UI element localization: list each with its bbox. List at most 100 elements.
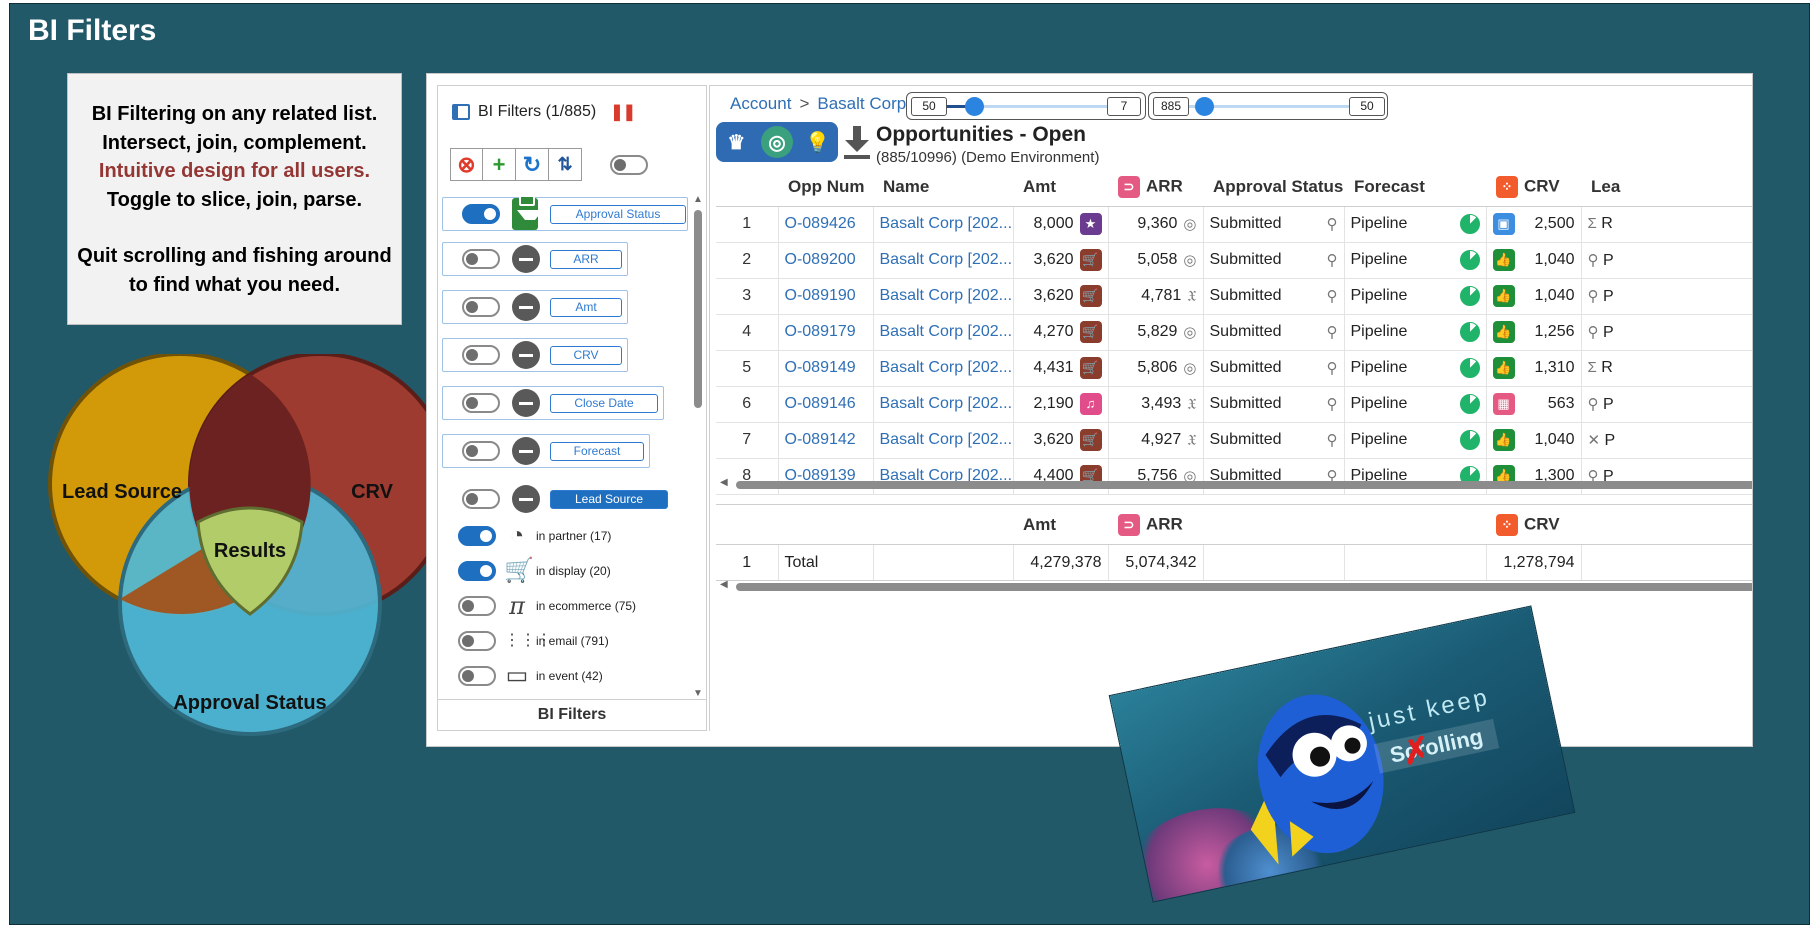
column-header-arr[interactable]: ⊃ ARR bbox=[1108, 168, 1203, 207]
column-header-lead-source[interactable]: Lea bbox=[1581, 168, 1752, 207]
scroll-left-icon[interactable]: ◀ bbox=[720, 579, 728, 590]
master-filter-toggle[interactable] bbox=[610, 155, 648, 175]
crv-value: 2,500 bbox=[1534, 215, 1575, 232]
filter-chip[interactable]: Forecast bbox=[550, 442, 644, 461]
slider-min-value[interactable]: 885 bbox=[1153, 97, 1189, 116]
opp-num-link[interactable]: O-089142 bbox=[778, 422, 874, 459]
download-icon[interactable] bbox=[842, 124, 872, 160]
opp-num-link[interactable]: O-089179 bbox=[778, 314, 874, 351]
opp-name-link[interactable]: Basalt Corp [202... bbox=[873, 314, 1014, 351]
scroll-down-icon[interactable]: ▼ bbox=[693, 688, 703, 699]
filter-toggle[interactable] bbox=[462, 441, 500, 461]
value-toggle[interactable] bbox=[458, 596, 496, 616]
opp-num-link[interactable]: O-089426 bbox=[778, 206, 874, 243]
crv-category-icon: ▣ bbox=[1492, 213, 1515, 235]
column-header-opp-num[interactable]: Opp Num bbox=[778, 168, 873, 207]
lead-source-value: P bbox=[1602, 395, 1614, 413]
filter-toggle[interactable] bbox=[462, 204, 500, 224]
opp-num-link[interactable]: O-089190 bbox=[778, 278, 874, 315]
target-icon[interactable]: ◎ bbox=[760, 126, 793, 158]
arr-value: 5,806 bbox=[1137, 359, 1178, 376]
value-toggle[interactable] bbox=[458, 631, 496, 651]
scroll-up-icon[interactable]: ▲ bbox=[693, 194, 703, 205]
opp-num-link[interactable]: O-089200 bbox=[778, 242, 874, 279]
filter-scrollbar[interactable]: ▲ ▼ bbox=[692, 194, 704, 699]
filter-toggle[interactable] bbox=[462, 297, 500, 317]
status-marker-icon: ⚲ bbox=[1326, 288, 1338, 305]
opportunities-table: Opp Num Name Amt ⊃ ARR Approval Status Fo… bbox=[716, 168, 1752, 495]
scroll-left-icon[interactable]: ◀ bbox=[720, 477, 728, 488]
filter-chip[interactable]: Amt bbox=[550, 298, 622, 317]
filter-chip-active[interactable]: Lead Source bbox=[550, 490, 668, 509]
table-row[interactable]: 7 O-089142 Basalt Corp [202... 3,620 🛒 4,927 𝔛… bbox=[716, 422, 1752, 459]
lightbulb-icon[interactable]: 💡 bbox=[802, 126, 834, 158]
minus-icon[interactable] bbox=[512, 245, 540, 273]
scroll-thumb[interactable] bbox=[736, 481, 1752, 489]
filter-chip[interactable]: Approval Status bbox=[550, 205, 686, 224]
slider-min-value[interactable]: 50 bbox=[911, 97, 947, 116]
view-switcher: ♛ ◎ 💡 bbox=[716, 122, 838, 162]
crown-icon[interactable]: ♛ bbox=[720, 126, 752, 158]
minus-icon[interactable] bbox=[512, 437, 540, 465]
table-horizontal-scrollbar[interactable]: ◀ bbox=[718, 477, 1752, 490]
table-row[interactable]: 5 O-089149 Basalt Corp [202... 4,431 🛒 5,806 ◎… bbox=[716, 350, 1752, 387]
filter-toggle[interactable] bbox=[462, 345, 500, 365]
table-row[interactable]: 3 O-089190 Basalt Corp [202... 3,620 🛒 4,781 𝔛… bbox=[716, 278, 1752, 315]
approval-status-value: Submitted bbox=[1209, 395, 1282, 412]
minus-icon[interactable] bbox=[512, 293, 540, 321]
column-header-name[interactable]: Name bbox=[873, 168, 1013, 207]
filter-panel-footer: BI Filters bbox=[438, 699, 706, 731]
venn-label-left: Lead Source bbox=[62, 481, 182, 503]
column-header-amt[interactable]: Amt bbox=[1013, 168, 1108, 207]
opp-num-link[interactable]: O-089146 bbox=[778, 386, 874, 423]
value-toggle[interactable] bbox=[458, 561, 496, 581]
filter-toggle[interactable] bbox=[462, 489, 500, 509]
scroll-thumb[interactable] bbox=[694, 210, 702, 408]
table-row[interactable]: 6 O-089146 Basalt Corp [202... 2,190 ♫ 3,493 𝔛… bbox=[716, 386, 1752, 423]
sort-button[interactable]: ⇅ bbox=[549, 148, 582, 181]
add-filter-button[interactable]: + bbox=[483, 148, 516, 181]
approval-status-value: Submitted bbox=[1209, 431, 1282, 448]
column-header-label: ARR bbox=[1146, 176, 1183, 196]
table-row[interactable]: 1 O-089426 Basalt Corp [202... 8,000 ★ 9,360 ◎… bbox=[716, 206, 1752, 243]
opp-name-link[interactable]: Basalt Corp [202... bbox=[873, 242, 1014, 279]
column-header-crv[interactable]: ⁘ CRV bbox=[1486, 168, 1581, 207]
column-header-forecast[interactable]: Forecast bbox=[1344, 168, 1486, 207]
minus-icon[interactable] bbox=[512, 341, 540, 369]
pause-icon[interactable]: ❚❚ bbox=[610, 102, 636, 122]
lead-source-value: R bbox=[1601, 215, 1613, 232]
callout-accent-line: Intuitive design for all users. bbox=[98, 160, 371, 182]
filter-toggle[interactable] bbox=[462, 393, 500, 413]
opp-num-link[interactable]: O-089149 bbox=[778, 350, 874, 387]
column-header-approval-status[interactable]: Approval Status bbox=[1203, 168, 1344, 207]
minus-icon[interactable] bbox=[512, 389, 540, 417]
clear-filters-button[interactable]: ⊗ bbox=[450, 148, 483, 181]
opp-name-link[interactable]: Basalt Corp [202... bbox=[873, 386, 1014, 423]
opp-name-link[interactable]: Basalt Corp [202... bbox=[873, 278, 1014, 315]
breadcrumb-root[interactable]: Account bbox=[730, 94, 791, 114]
opp-name-link[interactable]: Basalt Corp [202... bbox=[873, 206, 1014, 243]
range-slider-2[interactable]: 885 50 bbox=[1148, 92, 1388, 120]
range-slider-1[interactable]: 50 7 bbox=[906, 92, 1146, 120]
breadcrumb-current[interactable]: Basalt Corp bbox=[817, 94, 906, 114]
filter-chip[interactable]: CRV bbox=[550, 346, 622, 365]
table-row[interactable]: 4 O-089179 Basalt Corp [202... 4,270 🛒 5,829 ◎… bbox=[716, 314, 1752, 351]
opp-name-link[interactable]: Basalt Corp [202... bbox=[873, 422, 1014, 459]
filter-toggle[interactable] bbox=[462, 249, 500, 269]
scroll-thumb[interactable] bbox=[736, 583, 1752, 591]
totals-horizontal-scrollbar[interactable]: ◀ bbox=[718, 579, 1752, 592]
minus-icon[interactable] bbox=[512, 485, 540, 513]
slider-max-value[interactable]: 50 bbox=[1349, 97, 1385, 116]
slider-knob[interactable] bbox=[1195, 97, 1214, 116]
value-toggle[interactable] bbox=[458, 666, 496, 686]
table-row[interactable]: 2 O-089200 Basalt Corp [202... 3,620 🛒 5,058 ◎… bbox=[716, 242, 1752, 279]
filter-chip[interactable]: Close Date bbox=[550, 394, 658, 413]
panel-toggle-icon[interactable] bbox=[452, 104, 470, 120]
opp-name-link[interactable]: Basalt Corp [202... bbox=[873, 350, 1014, 387]
filter-chip[interactable]: ARR bbox=[550, 250, 622, 269]
refresh-button[interactable]: ↻ bbox=[516, 148, 549, 181]
arr-value: 4,781 bbox=[1141, 287, 1182, 304]
slider-knob[interactable] bbox=[965, 97, 984, 116]
slider-max-value[interactable]: 7 bbox=[1107, 97, 1141, 116]
value-toggle[interactable] bbox=[458, 526, 496, 546]
